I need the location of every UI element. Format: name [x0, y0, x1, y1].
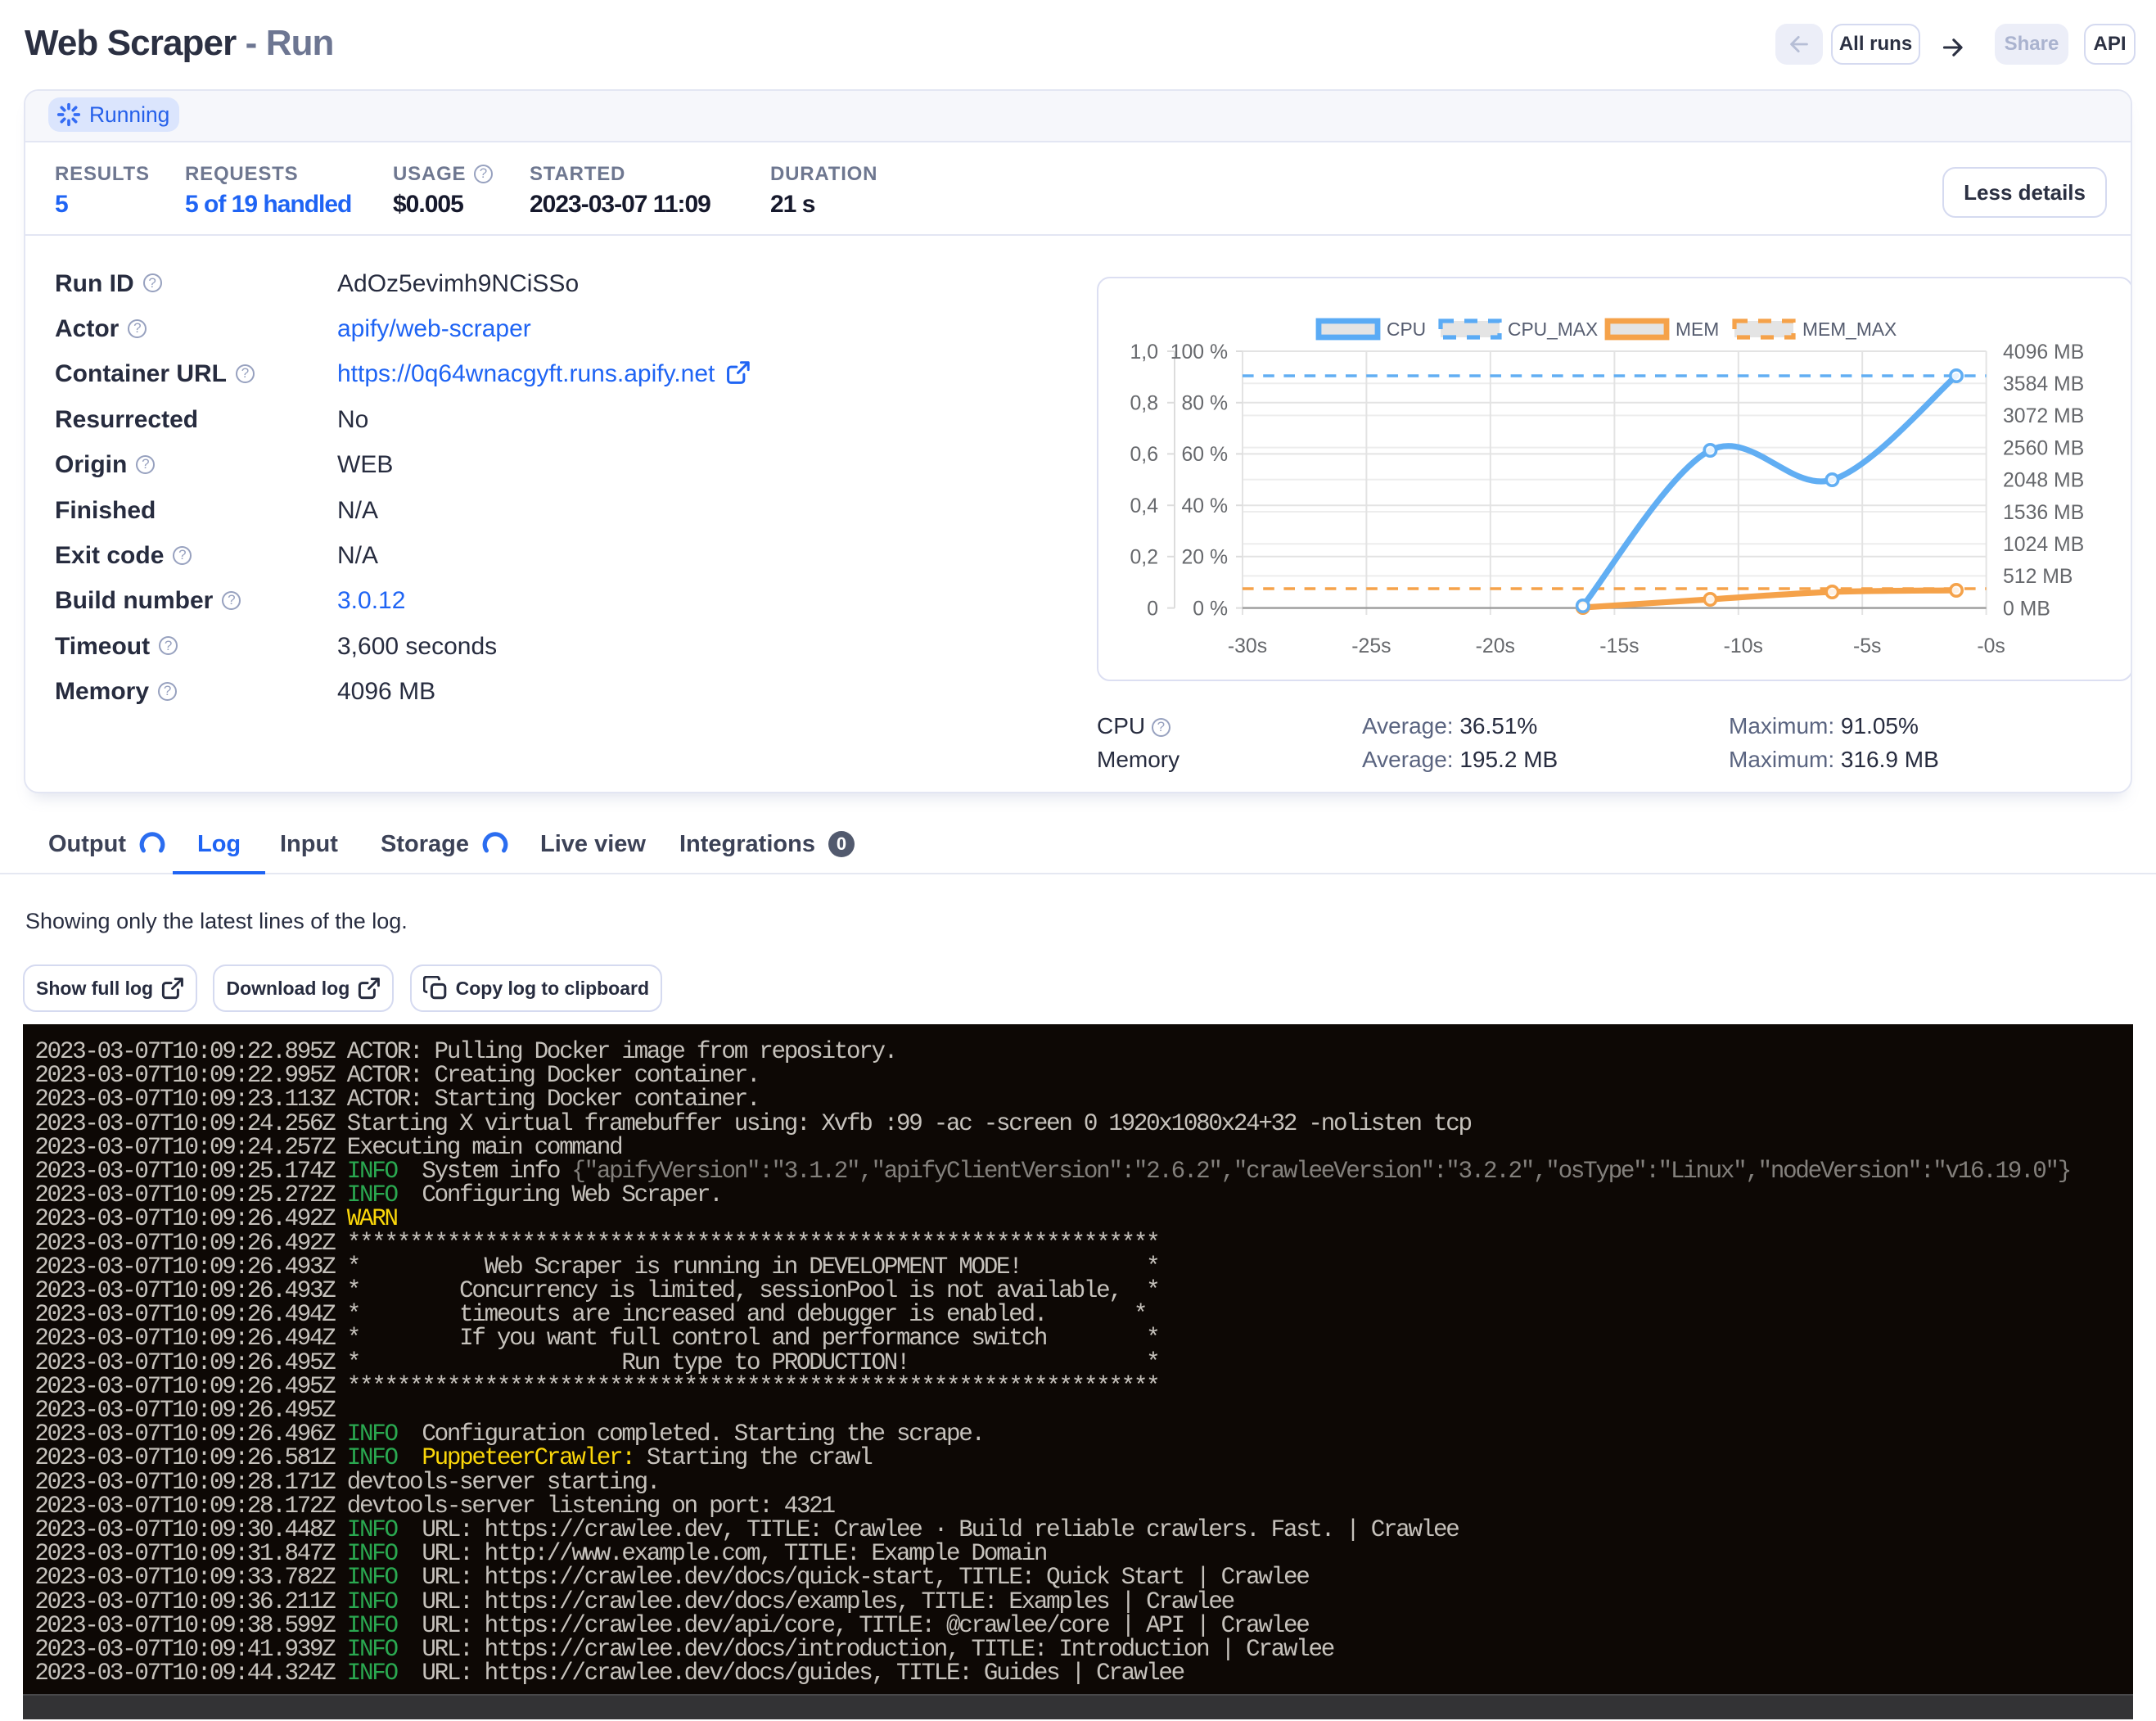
svg-text:4096 MB: 4096 MB [2003, 341, 2084, 364]
svg-text:3072 MB: 3072 MB [2003, 405, 2084, 427]
svg-text:40 %: 40 % [1181, 495, 1228, 517]
svg-text:1,0: 1,0 [1130, 341, 1158, 364]
svg-text:0,2: 0,2 [1130, 547, 1158, 569]
svg-text:0,8: 0,8 [1130, 393, 1158, 415]
svg-text:0,6: 0,6 [1130, 444, 1158, 466]
svg-text:20 %: 20 % [1181, 547, 1228, 569]
svg-text:100 %: 100 % [1170, 341, 1228, 364]
svg-text:1536 MB: 1536 MB [2003, 502, 2084, 524]
svg-text:60 %: 60 % [1181, 444, 1228, 466]
svg-text:-15s: -15s [1599, 635, 1639, 657]
svg-text:-10s: -10s [1724, 635, 1763, 657]
svg-text:1024 MB: 1024 MB [2003, 534, 2084, 556]
svg-text:-0s: -0s [1977, 635, 2005, 657]
svg-text:0 %: 0 % [1193, 598, 1228, 620]
svg-text:2560 MB: 2560 MB [2003, 437, 2084, 459]
svg-text:-20s: -20s [1476, 635, 1515, 657]
svg-text:-5s: -5s [1853, 635, 1881, 657]
svg-text:-30s: -30s [1228, 635, 1267, 657]
svg-text:3584 MB: 3584 MB [2003, 373, 2084, 395]
svg-text:2048 MB: 2048 MB [2003, 470, 2084, 492]
svg-text:0,4: 0,4 [1130, 495, 1159, 517]
svg-text:80 %: 80 % [1181, 393, 1228, 415]
svg-text:0 MB: 0 MB [2003, 598, 2050, 620]
svg-text:512 MB: 512 MB [2003, 566, 2073, 588]
svg-text:0: 0 [1147, 598, 1158, 620]
svg-text:-25s: -25s [1351, 635, 1391, 657]
